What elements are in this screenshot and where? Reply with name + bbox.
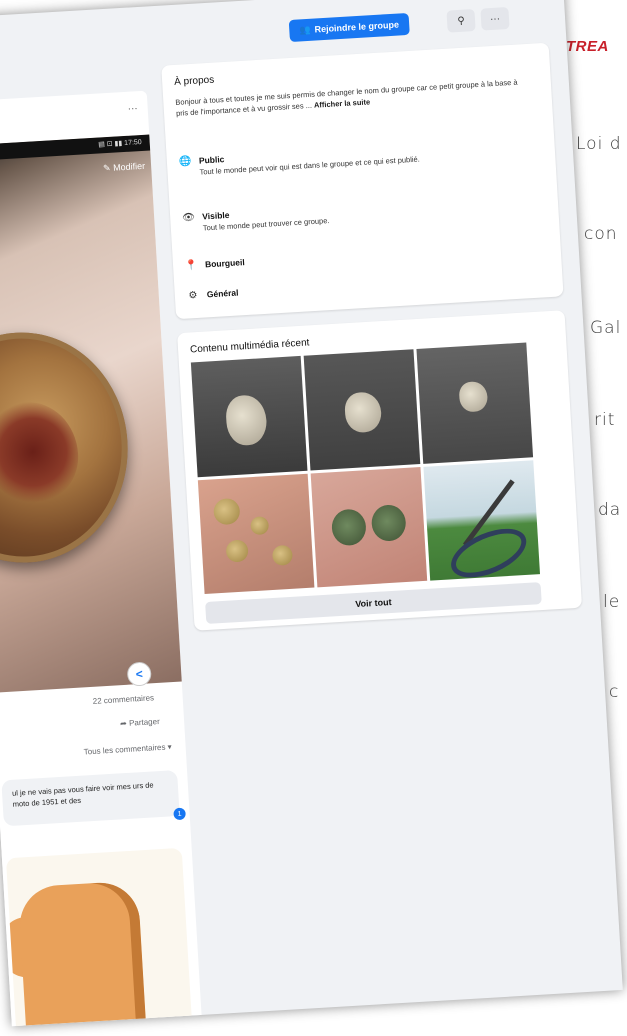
- post-menu-button[interactable]: ···: [127, 103, 138, 115]
- globe-icon: 🌐: [178, 156, 192, 168]
- comment-filter-dropdown[interactable]: Tous les commentaires ▾: [83, 742, 171, 756]
- join-group-button[interactable]: 👥 Rejoindre le groupe: [288, 12, 410, 42]
- article-line: con: [584, 224, 618, 244]
- eye-icon: 👁: [181, 211, 196, 224]
- join-group-label: Rejoindre le groupe: [314, 19, 400, 35]
- media-grid: [190, 342, 541, 595]
- finds-image: [250, 515, 270, 535]
- sticker-hand: [17, 880, 148, 1027]
- article-line: c: [609, 682, 620, 702]
- about-item-location: 📍 Bourgueil: [185, 257, 245, 272]
- lead-fragment-image: [224, 394, 268, 447]
- pencil-icon: ✎: [102, 162, 111, 174]
- finds-image: [271, 544, 293, 566]
- more-label: ···: [489, 13, 501, 25]
- post-photo[interactable]: ▤ ⊡ ▮▮ 17:50 ✎ Modifier: [0, 134, 182, 694]
- about-card: À propos Bonjour à tous et toutes je me …: [161, 42, 564, 320]
- bronze-coin-image: [370, 503, 407, 542]
- finds-image: [212, 497, 241, 525]
- search-button[interactable]: ⚲: [446, 9, 476, 33]
- media-thumbnail[interactable]: [310, 466, 428, 588]
- see-more-link[interactable]: Afficher la suite: [314, 97, 371, 109]
- media-thumbnail[interactable]: [303, 349, 421, 471]
- coin-relief: [0, 399, 81, 505]
- about-title: À propos: [173, 74, 215, 88]
- about-item-visible: 👁 Visible Tout le monde peut trouver ce …: [182, 192, 533, 235]
- comment-text: ul je ne vais pas vous faire voir mes ur…: [11, 780, 154, 809]
- gaulish-coin-image: [0, 326, 135, 569]
- modify-button[interactable]: ✎ Modifier: [103, 161, 146, 174]
- bronze-coin-image: [330, 507, 367, 546]
- lead-fragment-image: [458, 380, 489, 413]
- lead-fragment-image: [343, 391, 383, 434]
- comment-bubble: ul je ne vais pas vous faire voir mes ur…: [1, 769, 180, 827]
- modify-label: Modifier: [112, 160, 146, 173]
- about-description: Bonjour à tous et toutes je me suis perm…: [175, 77, 518, 118]
- recent-media-card: Contenu multimédia récent Voir tout: [177, 310, 583, 631]
- article-line: le: [603, 592, 621, 612]
- finds-image: [225, 538, 249, 563]
- about-item-public: 🌐 Public Tout le monde peut voir qui est…: [179, 136, 530, 179]
- group-icon: 👥: [299, 24, 311, 35]
- location-pin-icon: 📍: [184, 259, 198, 272]
- media-thumbnail[interactable]: [416, 342, 534, 464]
- about-item-category: ⚙ Général: [187, 288, 239, 302]
- comment-sticker-image: [5, 847, 194, 1027]
- comments-count[interactable]: 22 commentaires: [93, 693, 155, 706]
- like-reaction-icon[interactable]: 1: [173, 807, 186, 821]
- metal-detector-image: [443, 518, 534, 581]
- share-label: Partager: [128, 716, 160, 728]
- media-thumbnail[interactable]: [423, 459, 541, 581]
- article-line: da: [598, 500, 622, 520]
- phone-status-bar: ▤ ⊡ ▮▮ 17:50: [0, 134, 151, 163]
- article-line: Gal: [590, 318, 622, 338]
- article-line: Loi d: [576, 134, 622, 154]
- about-item-title: Bourgueil: [204, 257, 245, 270]
- more-options-button[interactable]: ···: [480, 6, 510, 31]
- share-arrow-icon: ➦: [119, 718, 128, 729]
- media-thumbnail[interactable]: [197, 473, 315, 595]
- facebook-group-screenshot: 👥 Rejoindre le groupe ⚲ ··· ··· ▤ ⊡ ▮▮ 1…: [0, 0, 623, 1027]
- article-line: rit: [594, 410, 616, 430]
- article-heading: TREA: [566, 38, 609, 55]
- media-thumbnail[interactable]: [190, 355, 308, 477]
- search-icon: ⚲: [457, 15, 466, 27]
- about-item-title: Général: [206, 287, 239, 300]
- category-icon: ⚙: [188, 289, 198, 302]
- share-button[interactable]: ➦ Partager: [120, 717, 160, 728]
- reaction-count: 1: [177, 810, 182, 818]
- media-title: Contenu multimédia récent: [189, 337, 310, 356]
